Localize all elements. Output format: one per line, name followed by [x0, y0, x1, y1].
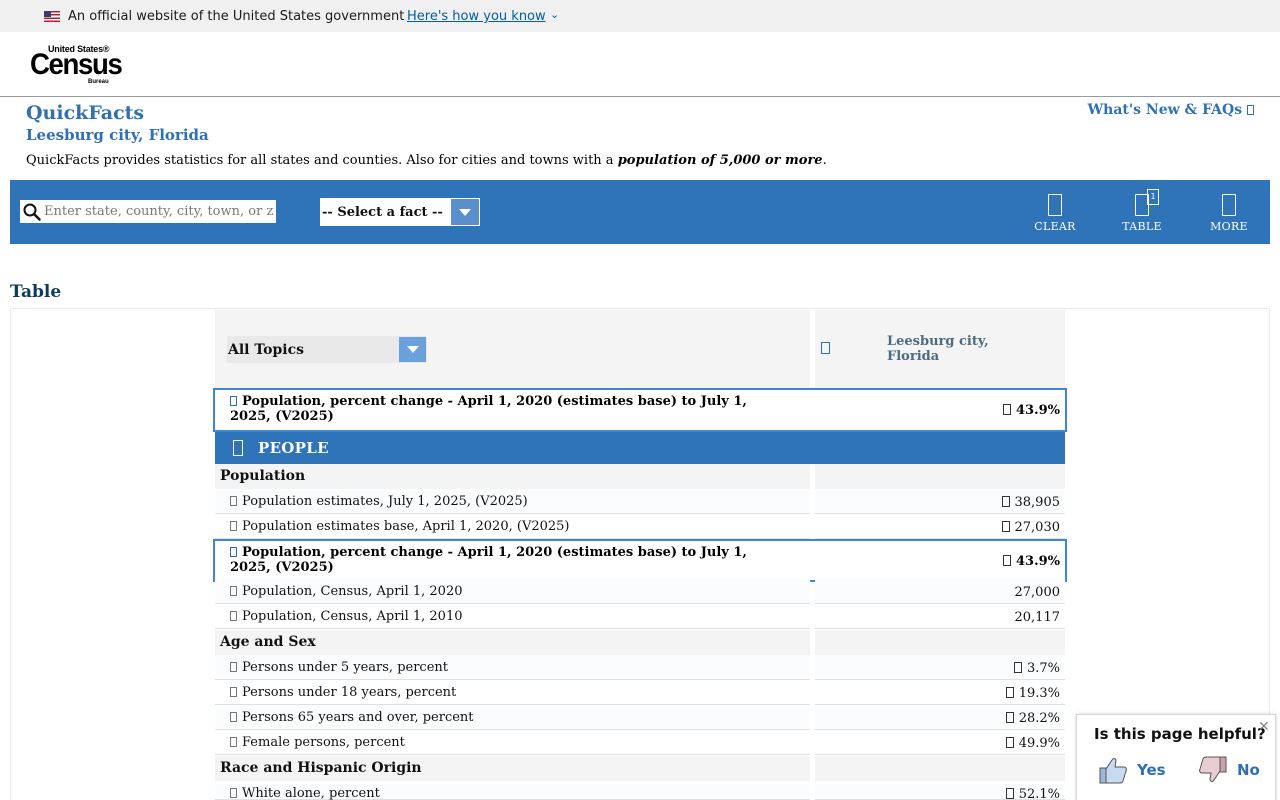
search-box[interactable] — [20, 200, 276, 223]
us-flag-icon — [44, 11, 60, 22]
table-button[interactable]: 1 TABLE — [1112, 189, 1172, 234]
helpful-question: Is this page helpful? — [1094, 725, 1266, 743]
table-row: Persons under 5 years, percent 3.7% — [215, 655, 1065, 680]
value-note-icon[interactable] — [1005, 788, 1014, 799]
site-header: United States® Census Bureau — [0, 32, 1280, 97]
fact-info-icon[interactable] — [230, 712, 237, 722]
value-note-icon[interactable] — [1005, 712, 1014, 723]
subhead-race: Race and Hispanic Origin — [215, 756, 1065, 781]
table-row: Population, Census, April 1, 2010 20,117 — [215, 604, 1065, 629]
census-logo[interactable]: United States® Census Bureau — [30, 44, 123, 85]
value-note-icon[interactable] — [1005, 687, 1014, 698]
fact-info-icon[interactable] — [230, 788, 237, 798]
fact-info-icon[interactable] — [230, 737, 237, 747]
subhead-age-sex: Age and Sex — [215, 630, 1065, 655]
topics-select-label: All Topics — [228, 341, 305, 358]
more-icon — [1222, 194, 1236, 216]
more-button[interactable]: MORE — [1199, 194, 1259, 234]
gov-banner-text: An official website of the United States… — [68, 9, 405, 24]
value-note-icon[interactable] — [1002, 555, 1011, 566]
fact-label: Population, percent change - April 1, 20… — [230, 394, 747, 424]
people-icon — [233, 440, 243, 456]
dropdown-arrow-icon[interactable] — [451, 199, 479, 225]
value-note-icon[interactable] — [1002, 404, 1011, 415]
table-count-badge: 1 — [1147, 189, 1159, 205]
people-section-header[interactable]: PEOPLE — [215, 432, 1065, 464]
clear-button[interactable]: CLEAR — [1025, 194, 1085, 234]
topics-select[interactable]: All Topics — [227, 336, 427, 363]
geo-info-icon[interactable] — [821, 342, 830, 354]
table-row: Female persons, percent 49.9% — [215, 730, 1065, 755]
logo-bottom-text: Bureau — [88, 79, 109, 85]
page-description: QuickFacts provides statistics for all s… — [26, 153, 827, 168]
fact-info-icon[interactable] — [230, 662, 237, 672]
location-title: Leesburg city, Florida — [26, 126, 209, 144]
value-note-icon[interactable] — [1001, 521, 1010, 532]
fact-select-label: -- Select a fact -- — [322, 204, 443, 220]
fact-info-icon[interactable] — [230, 687, 237, 697]
table-row: Persons 65 years and over, percent 28.2% — [215, 705, 1065, 730]
whats-new-link[interactable]: What's New & FAQs — [1087, 102, 1254, 118]
value-note-icon[interactable] — [1013, 662, 1022, 673]
chevron-down-icon[interactable]: ⌄ — [550, 8, 559, 21]
clear-icon — [1048, 194, 1062, 216]
helpful-no-button[interactable]: No — [1197, 755, 1260, 785]
highlighted-fact-row[interactable]: Population, percent change - April 1, 20… — [213, 388, 1067, 432]
population-threshold: population of 5,000 or more — [617, 153, 823, 168]
value-note-icon[interactable] — [1005, 737, 1014, 748]
section-title: Table — [10, 282, 62, 302]
fact-info-icon[interactable] — [230, 547, 237, 557]
page-title: QuickFacts — [26, 102, 145, 124]
table-icon: 1 — [1135, 189, 1159, 216]
geo-column-header: Leesburg city, Florida — [815, 310, 1065, 388]
logo-main-text: Census — [30, 48, 123, 81]
heres-how-you-know-link[interactable]: Here's how you know — [407, 9, 546, 24]
thumbs-up-icon — [1099, 758, 1127, 784]
helpful-yes-button[interactable]: Yes — [1097, 755, 1166, 785]
table-row: Persons under 18 years, percent 19.3% — [215, 680, 1065, 705]
geo-name: Leesburg city, Florida — [887, 334, 989, 364]
table-row: Population estimates base, April 1, 2020… — [215, 514, 1065, 539]
fact-info-icon[interactable] — [230, 496, 237, 506]
page-helpful-widget: Is this page helpful? ✕ Yes No — [1076, 714, 1276, 800]
fact-info-icon[interactable] — [230, 521, 237, 531]
subhead-population: Population — [215, 464, 1065, 489]
search-toolbar: -- Select a fact -- CLEAR 1 TABLE MORE — [10, 180, 1270, 244]
fact-info-icon[interactable] — [230, 586, 237, 596]
topics-header: All Topics — [215, 310, 810, 388]
external-link-icon — [1247, 105, 1254, 115]
thumbs-down-icon — [1199, 756, 1227, 782]
fact-select[interactable]: -- Select a fact -- — [320, 198, 480, 226]
table-row: Population estimates, July 1, 2025, (V20… — [215, 489, 1065, 514]
fact-info-icon[interactable] — [230, 396, 237, 406]
dropdown-arrow-icon[interactable] — [399, 337, 426, 362]
highlighted-fact-row[interactable]: Population, percent change - April 1, 20… — [213, 539, 1067, 582]
value-note-icon[interactable] — [1001, 496, 1010, 507]
fact-info-icon[interactable] — [230, 611, 237, 621]
fact-value: 43.9% — [1015, 403, 1060, 418]
close-icon[interactable]: ✕ — [1258, 719, 1270, 735]
table-row: Population, Census, April 1, 2020 27,000 — [215, 579, 1065, 604]
search-input[interactable] — [44, 201, 274, 222]
search-icon — [20, 200, 44, 223]
gov-banner: An official website of the United States… — [0, 0, 1280, 32]
table-row: White alone, percent 52.1% — [215, 781, 1065, 800]
